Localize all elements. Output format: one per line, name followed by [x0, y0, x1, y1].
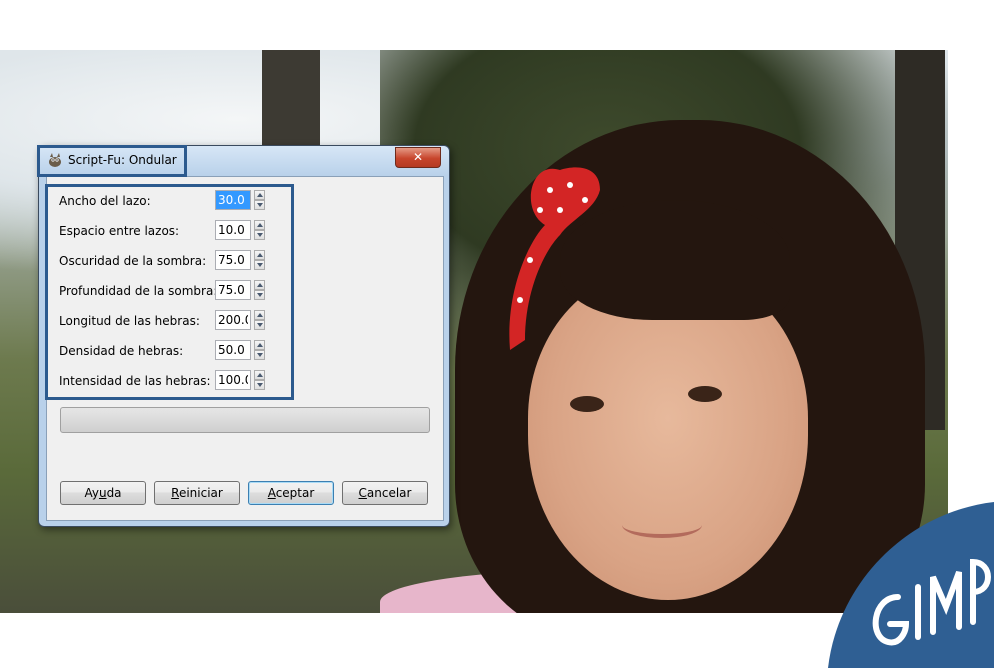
params-highlight-box — [45, 184, 294, 400]
close-button[interactable]: ✕ — [395, 147, 441, 168]
ok-button[interactable]: Aceptar — [248, 481, 334, 505]
progress-bar — [60, 407, 430, 433]
reset-button[interactable]: Reiniciar — [154, 481, 240, 505]
title-highlight-box — [37, 145, 187, 177]
close-icon: ✕ — [412, 150, 424, 164]
cancel-button[interactable]: Cancelar — [342, 481, 428, 505]
gimp-logo-badge — [828, 502, 994, 668]
help-button[interactable]: Ayuda — [60, 481, 146, 505]
red-bow — [509, 167, 600, 350]
